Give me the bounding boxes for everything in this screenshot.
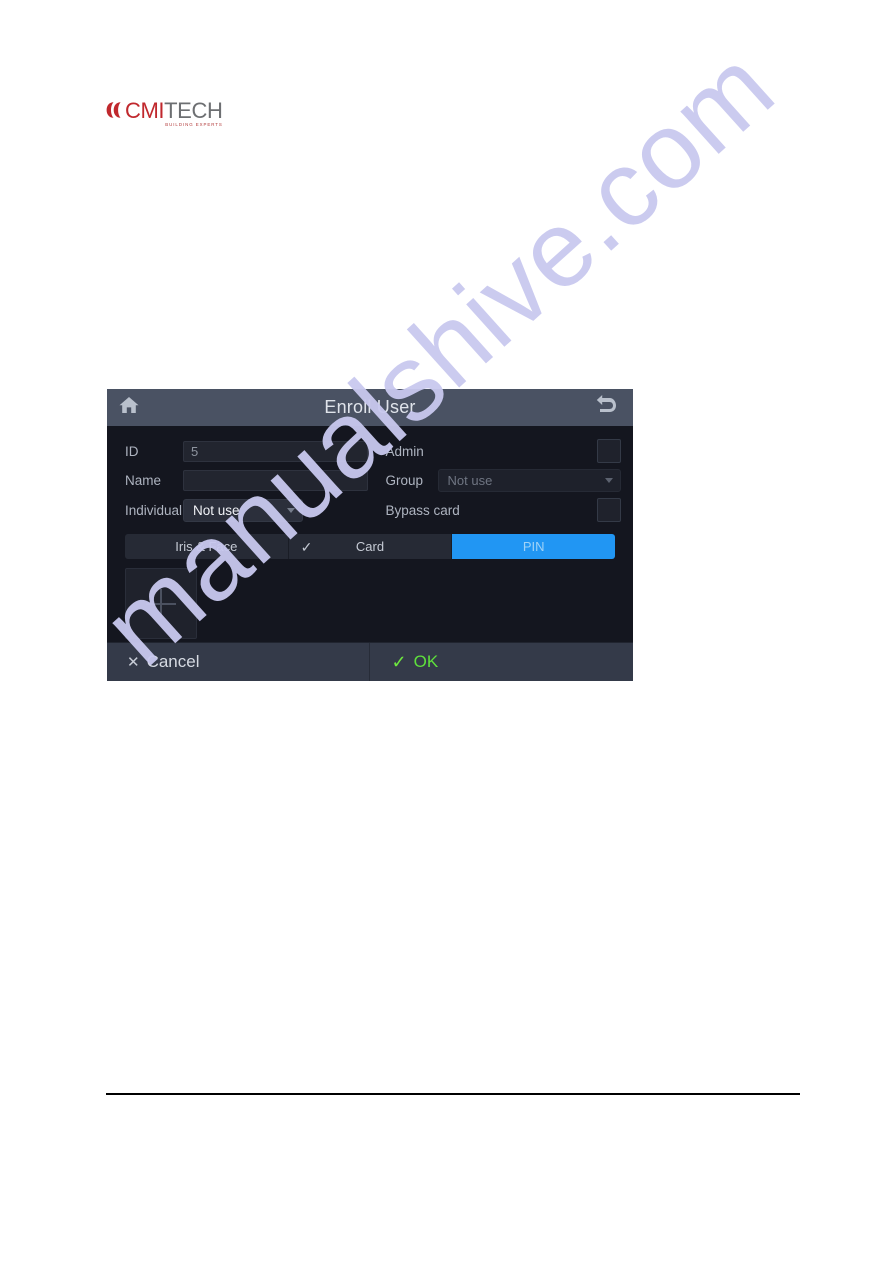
individual-label: Individual: [125, 502, 183, 518]
form-right-column: Admin Group Not use Bypass card: [385, 439, 621, 529]
tab-iris-face[interactable]: Iris & Face: [125, 534, 289, 559]
logo-tagline: BUILDING EXPERTS: [164, 122, 223, 127]
field-row-individual: Individual Not use: [125, 498, 368, 522]
group-label: Group: [385, 472, 424, 488]
logo-cmi-text: CMI: [125, 98, 165, 123]
enroll-form: ID 5 Name Individual Not use Admin Group…: [107, 426, 633, 529]
tab-card-label: Card: [355, 539, 385, 554]
tab-card[interactable]: ✓ Card: [288, 534, 453, 559]
screen-footer: ✕ Cancel ✓ OK: [107, 642, 633, 681]
field-row-id: ID 5: [125, 440, 368, 462]
individual-select[interactable]: Not use: [183, 498, 303, 522]
name-input[interactable]: [183, 469, 368, 491]
page-divider-rule: [106, 1093, 800, 1095]
check-icon: ✓: [391, 652, 407, 672]
cmitech-logo: CMITECH BUILDING EXPERTS: [106, 98, 223, 130]
bypass-card-checkbox[interactable]: [597, 498, 621, 522]
back-arrow-icon: [595, 394, 619, 421]
logo-chevron-icon: [106, 101, 123, 124]
chevron-down-icon: [605, 477, 613, 483]
admin-checkbox[interactable]: [597, 439, 621, 463]
credential-tabs: Iris & Face ✓ Card PIN: [125, 534, 615, 559]
tab-pin-label: PIN: [522, 539, 545, 554]
plus-icon: [146, 588, 176, 619]
back-button[interactable]: [591, 389, 623, 426]
name-label: Name: [125, 472, 162, 488]
field-row-bypass-card: Bypass card: [385, 498, 621, 522]
ok-button-label: OK: [413, 652, 439, 671]
tab-card-check-icon: ✓: [300, 538, 313, 555]
group-select[interactable]: Not use: [437, 468, 621, 492]
enrollment-tile-area: [107, 559, 633, 639]
field-row-name: Name: [125, 469, 368, 491]
field-row-admin: Admin: [385, 439, 621, 463]
cancel-button-label: Cancel: [146, 652, 200, 671]
enroll-user-screen: Enroll User ID 5 Name Individual Not use…: [107, 389, 633, 681]
tab-pin[interactable]: PIN: [452, 534, 615, 559]
screen-header: Enroll User: [107, 389, 633, 426]
id-input-value: 5: [191, 443, 199, 459]
admin-label: Admin: [385, 443, 424, 459]
add-credential-button[interactable]: [125, 568, 197, 639]
form-left-column: ID 5 Name Individual Not use: [125, 440, 368, 529]
cancel-button[interactable]: ✕ Cancel: [107, 643, 370, 681]
id-input[interactable]: 5: [183, 440, 368, 462]
page-title: Enroll User: [324, 397, 416, 417]
bypass-card-label: Bypass card: [385, 502, 460, 518]
ok-button[interactable]: ✓ OK: [370, 643, 634, 681]
chevron-down-icon: [287, 507, 295, 513]
logo-wordmark: CMITECH: [125, 98, 223, 123]
screen-body: ID 5 Name Individual Not use Admin Group…: [107, 426, 633, 642]
field-row-group: Group Not use: [385, 468, 621, 492]
close-icon: ✕: [127, 653, 140, 671]
group-select-value: Not use: [447, 472, 493, 488]
id-label: ID: [125, 443, 139, 459]
individual-select-value: Not use: [193, 502, 240, 518]
logo-tech-text: TECH: [164, 98, 223, 123]
tab-iris-face-label: Iris & Face: [175, 539, 238, 554]
